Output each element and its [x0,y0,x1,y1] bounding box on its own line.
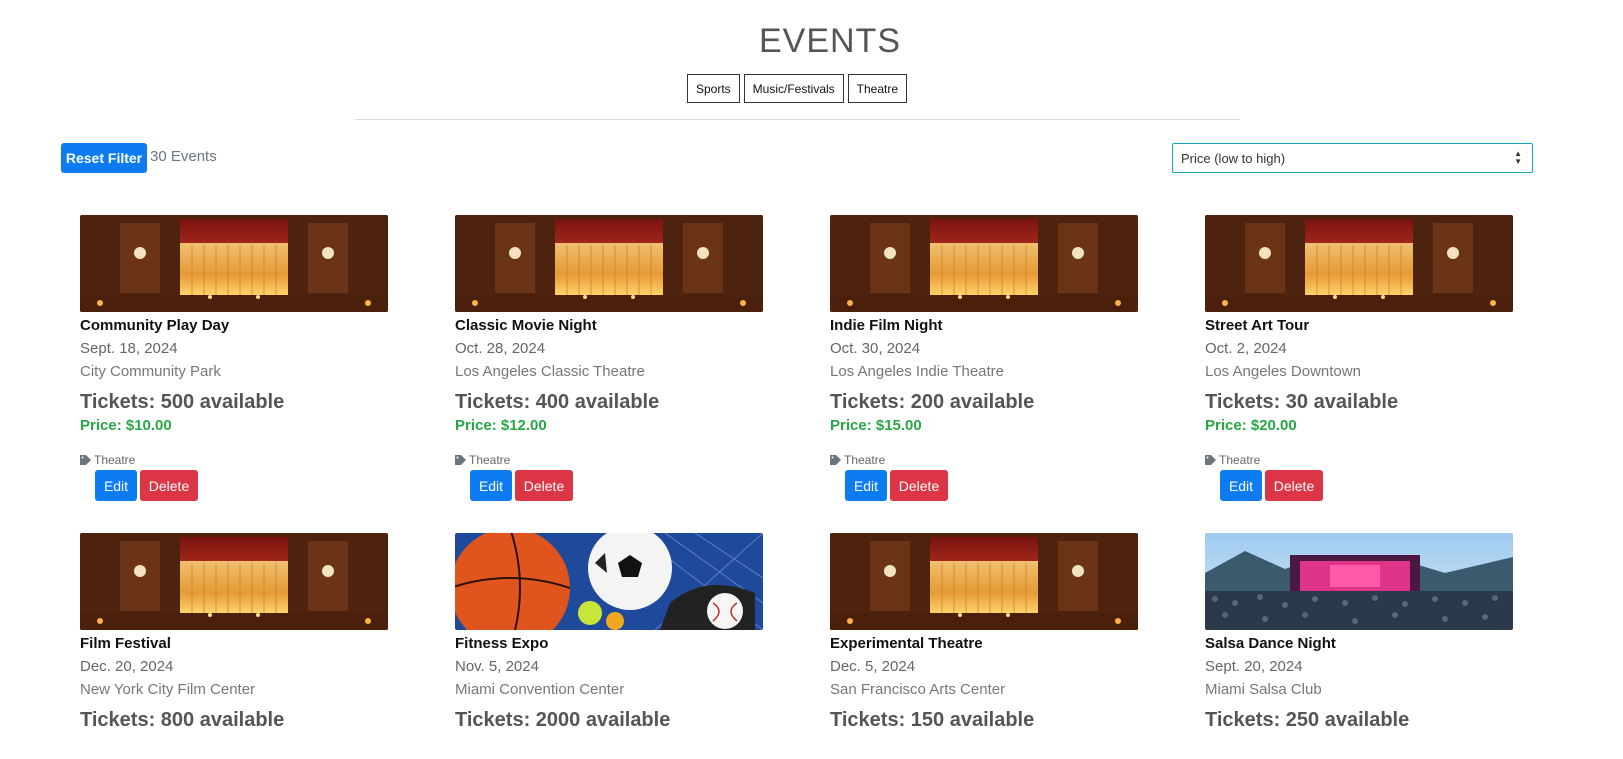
event-actions: Edit Delete [1220,470,1513,501]
event-date: Oct. 30, 2024 [830,340,921,357]
edit-event-button[interactable]: Edit [845,470,887,501]
event-venue: City Community Park [80,363,221,380]
event-image-theatre-stage [830,215,1138,312]
event-tag: Theatre [80,453,388,467]
event-venue: Miami Salsa Club [1205,681,1322,698]
edit-event-button[interactable]: Edit [470,470,512,501]
event-tickets: Tickets: 250 available [1205,709,1410,731]
event-tickets: Tickets: 30 available [1205,391,1399,413]
event-card: Film Festival Dec. 20, 2024 New York Cit… [80,533,388,732]
page-title: EVENTS [758,22,902,60]
event-title: Salsa Dance Night [1205,635,1336,652]
event-card: Classic Movie Night Oct. 28, 2024 Los An… [455,215,763,501]
event-image-theatre-stage [830,533,1138,630]
event-venue: New York City Film Center [80,681,256,698]
event-date: Oct. 2, 2024 [1205,340,1287,357]
event-tag-label: Theatre [94,453,136,467]
header-divider [355,119,1240,120]
tag-icon [455,455,466,465]
edit-event-button[interactable]: Edit [1220,470,1262,501]
event-venue: Miami Convention Center [455,681,625,698]
event-card: Experimental Theatre Dec. 5, 2024 San Fr… [830,533,1138,732]
event-price: Price: $20.00 [1205,417,1297,434]
event-date: Dec. 5, 2024 [830,658,916,675]
event-tag: Theatre [1205,453,1513,467]
category-filter-bar: Sports Music/Festivals Theatre [0,74,1594,103]
event-title: Fitness Expo [455,635,549,652]
tag-icon [1205,455,1216,465]
event-card: Street Art Tour Oct. 2, 2024 Los Angeles… [1205,215,1513,501]
event-actions: Edit Delete [845,470,1138,501]
event-tag: Theatre [830,453,1138,467]
delete-event-button[interactable]: Delete [890,470,948,501]
event-venue: Los Angeles Downtown [1205,363,1361,380]
sort-select[interactable]: Price (low to high) ▲ ▼ [1172,143,1533,173]
event-title: Classic Movie Night [455,317,597,334]
event-image-sports-balls [455,533,763,630]
delete-event-button[interactable]: Delete [515,470,573,501]
event-title: Community Play Day [80,317,230,334]
category-sports-button[interactable]: Sports [686,74,740,103]
event-title: Street Art Tour [1205,317,1310,334]
tag-icon [830,455,841,465]
event-title: Indie Film Night [830,317,943,334]
sort-select-value: Price (low to high) [1181,150,1286,166]
event-image-theatre-stage [80,533,388,630]
event-title: Film Festival [80,635,171,652]
event-card: Community Play Day Sept. 18, 2024 City C… [80,215,388,501]
edit-event-button[interactable]: Edit [95,470,137,501]
event-tickets: Tickets: 150 available [830,709,1035,731]
event-date: Nov. 5, 2024 [455,658,539,675]
tag-icon [80,455,91,465]
event-image-theatre-stage [80,215,388,312]
event-card: Salsa Dance Night Sept. 20, 2024 Miami S… [1205,533,1513,732]
delete-event-button[interactable]: Delete [140,470,198,501]
event-price: Price: $12.00 [455,417,547,434]
event-price: Price: $15.00 [830,417,922,434]
event-date: Oct. 28, 2024 [455,340,546,357]
event-tickets: Tickets: 200 available [830,391,1035,413]
event-tag-label: Theatre [844,453,886,467]
event-title: Experimental Theatre [830,635,983,652]
event-card: Indie Film Night Oct. 30, 2024 Los Angel… [830,215,1138,501]
event-tickets: Tickets: 2000 available [455,709,671,731]
event-actions: Edit Delete [95,470,388,501]
event-venue: Los Angeles Indie Theatre [830,363,1005,380]
event-tag-label: Theatre [469,453,511,467]
event-venue: Los Angeles Classic Theatre [455,363,645,380]
event-date: Sept. 20, 2024 [1205,658,1303,675]
event-image-festival-crowd [1205,533,1513,630]
event-tickets: Tickets: 500 available [80,391,285,413]
event-date: Dec. 20, 2024 [80,658,174,675]
event-date: Sept. 18, 2024 [80,340,178,357]
select-arrows-icon: ▲ ▼ [1514,149,1522,166]
event-image-theatre-stage [455,215,763,312]
event-card: Fitness Expo Nov. 5, 2024 Miami Conventi… [455,533,763,732]
event-tag: Theatre [455,453,763,467]
event-tickets: Tickets: 400 available [455,391,660,413]
delete-event-button[interactable]: Delete [1265,470,1323,501]
event-tag-label: Theatre [1219,453,1261,467]
event-image-theatre-stage [1205,215,1513,312]
category-music-festivals-button[interactable]: Music/Festivals [743,74,844,103]
event-count: 30 Events [150,148,217,165]
event-tickets: Tickets: 800 available [80,709,285,731]
event-price: Price: $10.00 [80,417,172,434]
category-theatre-button[interactable]: Theatre [847,74,908,103]
reset-filter-button[interactable]: Reset Filter [61,143,147,173]
event-venue: San Francisco Arts Center [830,681,1006,698]
event-actions: Edit Delete [470,470,763,501]
